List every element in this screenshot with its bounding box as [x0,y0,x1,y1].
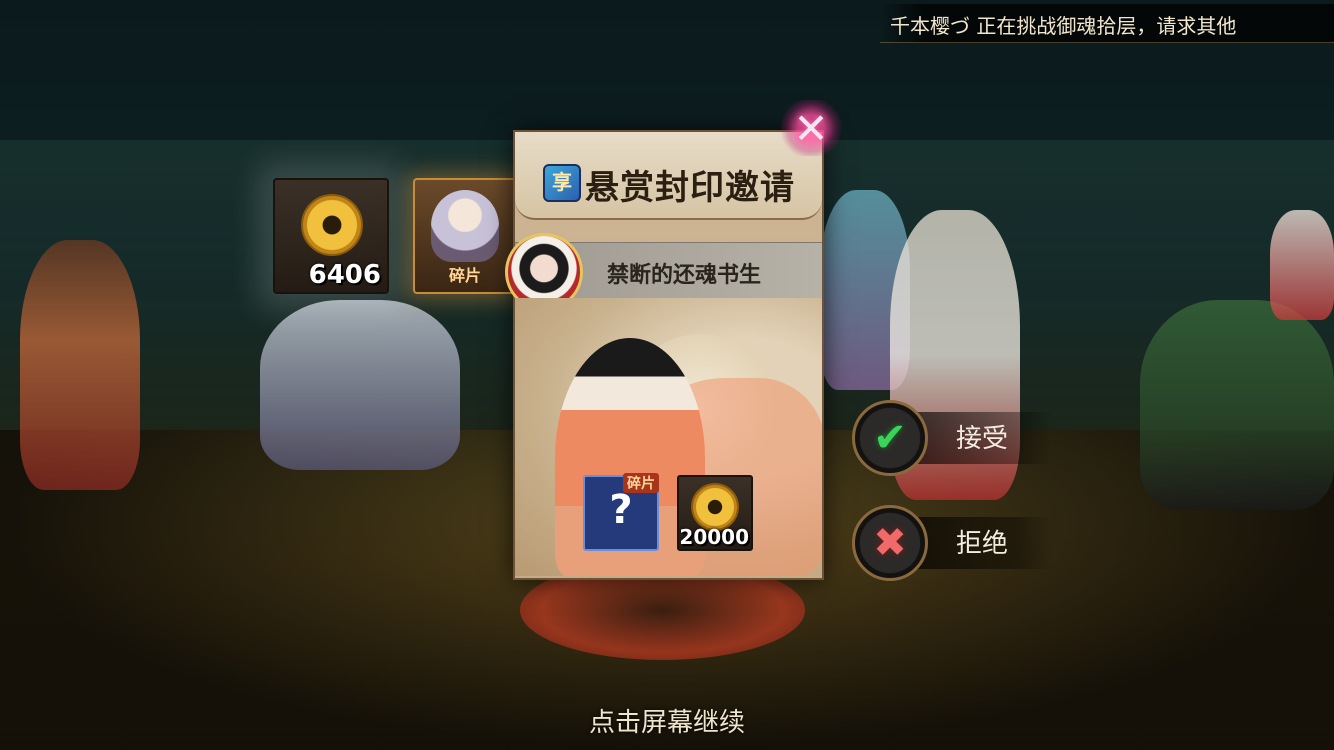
accept-button[interactable]: ✔ 接受 [852,400,1052,476]
dialog-header: 享 悬赏封印邀请 [515,132,822,220]
tap-to-continue-prompt[interactable]: 点击屏幕继续 [0,702,1334,739]
cross-icon: ✖ [852,505,928,581]
enemy-shikigami-rabbit [1270,210,1334,320]
shard-label: 碎片 [448,266,481,285]
reward-coin-amount: 6406 [308,260,381,290]
bounty-target-name: 禁断的还魂书生 [607,262,762,288]
accept-label: 接受 [956,424,1009,454]
share-badge-icon: 享 [543,164,581,202]
reject-label: 拒绝 [956,529,1009,559]
shikigami-artwork [515,298,822,576]
ally-shikigami-center [260,300,460,470]
bounty-target-bar: 禁断的还魂书生 [505,233,822,311]
ally-shikigami-left [20,240,140,490]
world-broadcast-banner: 千本樱づ 正在挑战御魂拾层，请求其他 [880,4,1334,43]
reward-mystery-shard[interactable]: ? 碎片 [583,473,659,551]
reject-button[interactable]: ✖ 拒绝 [852,505,1052,581]
gold-coin-icon [691,483,739,531]
bounty-invite-dialog: 享 悬赏封印邀请 禁断的还魂书生 ? 碎片 20000 [505,130,824,580]
bounty-coin-amount: 20000 [679,525,749,549]
checkmark-icon: ✔ [852,400,928,476]
broadcast-message: 千本樱づ 正在挑战御魂拾层，请求其他 [890,14,1237,38]
dialog-title: 悬赏封印邀请 [585,168,795,208]
reward-shard-slot: 碎片 [413,178,517,294]
reward-coin-slot: 6406 [273,178,389,294]
shard-tag: 碎片 [623,473,659,493]
reward-coin-bounty[interactable]: 20000 [677,475,753,551]
enemy-shikigami-frog [1140,300,1334,510]
gold-coin-icon [301,194,363,256]
shikigami-portrait-icon [431,190,499,262]
close-icon[interactable]: ✕ [778,100,844,156]
question-mark-icon: ? [609,487,633,533]
